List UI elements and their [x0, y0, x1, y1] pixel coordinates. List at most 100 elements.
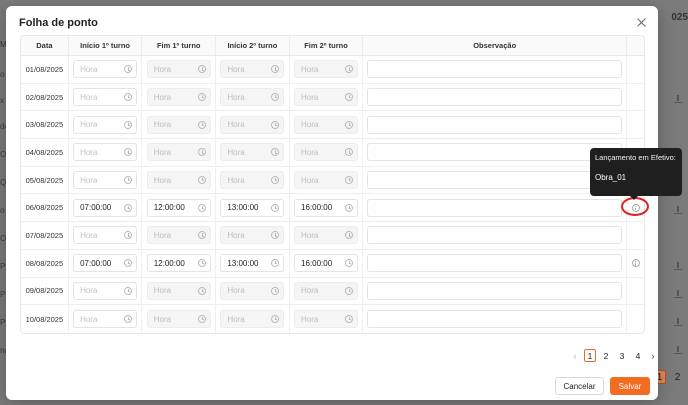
start2-time-input[interactable]: Hora: [220, 143, 285, 162]
start1-time-input[interactable]: Hora: [73, 310, 138, 329]
time-cell: 16:00:00: [290, 249, 364, 277]
time-cell: Hora: [69, 305, 143, 333]
header-end2: Fim 2º turno: [290, 36, 364, 55]
page-button-4[interactable]: 4: [632, 349, 644, 362]
start2-time-input[interactable]: Hora: [220, 281, 285, 300]
start1-time-input[interactable]: Hora: [73, 171, 138, 190]
end2-time-input[interactable]: Hora: [294, 115, 358, 134]
end2-time-input[interactable]: Hora: [294, 143, 358, 162]
observation-input[interactable]: [367, 254, 623, 273]
start2-time-input[interactable]: Hora: [220, 171, 285, 190]
time-value: Hora: [301, 175, 319, 185]
observation-input[interactable]: [367, 115, 623, 134]
date-cell: 05/08/2025: [21, 166, 69, 194]
start2-time-input[interactable]: Hora: [220, 88, 285, 107]
end1-time-input[interactable]: Hora: [146, 171, 211, 190]
start1-time-input[interactable]: 07:00:00: [73, 254, 138, 273]
end2-time-input[interactable]: Hora: [294, 226, 358, 245]
observation-input[interactable]: [367, 198, 623, 217]
start1-time-input[interactable]: Hora: [73, 143, 138, 162]
start1-time-input[interactable]: Hora: [73, 226, 138, 245]
start1-time-input[interactable]: Hora: [73, 88, 138, 107]
time-cell: Hora: [69, 139, 143, 166]
start1-time-input[interactable]: Hora: [73, 281, 138, 300]
end2-time-input[interactable]: Hora: [294, 171, 358, 190]
time-value: Hora: [80, 64, 98, 74]
end1-time-input[interactable]: Hora: [146, 60, 211, 79]
end2-time-input[interactable]: 16:00:00: [294, 254, 358, 273]
start1-time-input[interactable]: Hora: [73, 115, 138, 134]
end1-time-input[interactable]: Hora: [146, 115, 211, 134]
cancel-button[interactable]: Cancelar: [555, 377, 604, 395]
start2-time-input[interactable]: Hora: [220, 115, 285, 134]
end2-time-input[interactable]: 16:00:00: [294, 198, 358, 217]
clock-icon: [345, 148, 353, 157]
prev-page-button[interactable]: ‹: [570, 350, 580, 362]
table-body: 01/08/2025 Hora Hora Hora Hora 02/08/2025 Hora…: [21, 56, 644, 333]
start2-time-input[interactable]: Hora: [220, 226, 285, 245]
start2-time-input[interactable]: 13:00:00: [220, 254, 285, 273]
end2-time-input[interactable]: Hora: [294, 88, 358, 107]
end1-time-input[interactable]: Hora: [146, 310, 211, 329]
time-value: Hora: [301, 120, 319, 130]
header-actions: [627, 36, 644, 55]
tooltip-body: Obra_01: [595, 173, 627, 182]
background-text-fragment: o: [0, 206, 5, 215]
download-icon: [674, 346, 682, 354]
time-value: Hora: [80, 314, 98, 324]
info-icon[interactable]: [631, 259, 640, 268]
observation-input[interactable]: [367, 88, 623, 107]
modal-title: Folha de ponto: [19, 17, 98, 29]
time-value: Hora: [80, 175, 98, 185]
table-row: 02/08/2025 Hora Hora Hora Hora: [21, 83, 644, 112]
time-cell: Hora: [290, 222, 364, 249]
start2-time-input[interactable]: Hora: [220, 60, 285, 79]
end2-time-input[interactable]: Hora: [294, 310, 358, 329]
observation-input[interactable]: [367, 143, 623, 162]
observation-input[interactable]: [367, 281, 623, 300]
clock-icon: [124, 231, 133, 240]
observation-input[interactable]: [367, 310, 623, 329]
close-icon[interactable]: [634, 15, 650, 31]
observation-input[interactable]: [367, 171, 623, 190]
clock-icon: [197, 315, 206, 324]
start1-time-input[interactable]: Hora: [73, 60, 138, 79]
actions-cell: [627, 56, 644, 83]
table-row: 06/08/2025 07:00:00 12:00:00 13:00:00 16:00:…: [21, 194, 644, 223]
next-page-button[interactable]: ›: [648, 350, 658, 362]
table-row: 07/08/2025 Hora Hora Hora Hora: [21, 222, 644, 250]
end1-time-input[interactable]: 12:00:00: [146, 198, 211, 217]
time-cell: Hora: [290, 305, 364, 333]
clock-icon: [197, 120, 206, 129]
end1-time-input[interactable]: Hora: [146, 143, 211, 162]
observation-cell: [363, 222, 628, 249]
table-header: Data Início 1º turno Fim 1º turno Início…: [21, 36, 644, 56]
observation-input[interactable]: [367, 226, 623, 245]
end1-time-input[interactable]: Hora: [146, 281, 211, 300]
clock-icon: [271, 259, 280, 268]
background-text-fragment: o: [0, 70, 5, 79]
time-cell: Hora: [142, 166, 217, 194]
time-value: Hora: [153, 230, 172, 240]
time-value: Hora: [80, 230, 98, 240]
time-value: Hora: [153, 314, 172, 324]
time-cell: Hora: [69, 56, 143, 83]
download-icon: [674, 318, 682, 326]
start2-time-input[interactable]: Hora: [220, 310, 285, 329]
start1-time-input[interactable]: 07:00:00: [73, 198, 138, 217]
background-text-fragment: x: [0, 96, 4, 105]
observation-input[interactable]: [367, 60, 623, 79]
time-value: Hora: [227, 64, 245, 74]
end1-time-input[interactable]: Hora: [146, 88, 211, 107]
save-button[interactable]: Salvar: [610, 377, 650, 395]
start2-time-input[interactable]: 13:00:00: [220, 198, 285, 217]
page-button-1[interactable]: 1: [584, 349, 596, 362]
end1-time-input[interactable]: Hora: [146, 226, 211, 245]
end1-time-input[interactable]: 12:00:00: [146, 254, 211, 273]
end2-time-input[interactable]: Hora: [294, 60, 358, 79]
page-button-2[interactable]: 2: [600, 349, 612, 362]
time-value: Hora: [80, 147, 98, 157]
page-button-3[interactable]: 3: [616, 349, 628, 362]
clock-icon: [271, 286, 280, 295]
end2-time-input[interactable]: Hora: [294, 281, 358, 300]
